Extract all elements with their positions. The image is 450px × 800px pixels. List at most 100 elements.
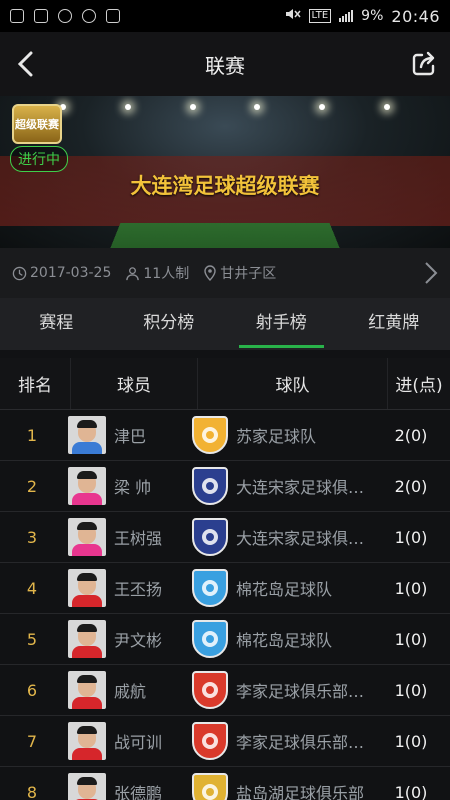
- person-icon: [126, 266, 140, 280]
- table-row[interactable]: 7 战可训 李家足球俱乐部… 1(0): [0, 716, 450, 767]
- table-row[interactable]: 5 尹文彬 棉花岛足球队 1(0): [0, 614, 450, 665]
- league-format-text: 11人制: [143, 266, 190, 282]
- chevron-left-icon: [17, 51, 33, 77]
- stadium-pitch: [97, 222, 353, 248]
- clock-icon: [12, 266, 27, 280]
- league-logo: 超级联赛: [12, 104, 62, 144]
- league-date-text: 2017-03-25: [30, 265, 112, 281]
- chevron-right-icon: [425, 262, 438, 284]
- team-name[interactable]: 李家足球俱乐部…: [230, 678, 378, 702]
- player-avatar[interactable]: [68, 620, 106, 658]
- player-avatar[interactable]: [68, 518, 106, 556]
- team-name[interactable]: 盐岛湖足球俱乐部: [230, 780, 378, 800]
- player-goals: 1(0): [394, 782, 428, 800]
- app-icon: [82, 9, 96, 23]
- row-rank: 5: [26, 629, 38, 649]
- team-name[interactable]: 大连宋家足球俱…: [230, 525, 378, 549]
- back-button[interactable]: [10, 48, 42, 80]
- wechat-icon: [58, 9, 72, 23]
- tab-standings[interactable]: 积分榜: [113, 298, 226, 350]
- league-status-badge: 进行中: [10, 146, 68, 172]
- mute-icon: [285, 7, 301, 25]
- shield-red-gold-icon: [192, 722, 230, 760]
- shield-gold-icon: [192, 773, 230, 800]
- player-name[interactable]: 梁 帅: [106, 474, 188, 498]
- player-name[interactable]: 战可训: [106, 729, 188, 753]
- page-title: 联赛: [205, 53, 245, 78]
- shield-blue-icon: [192, 620, 230, 658]
- player-goals: 1(0): [394, 629, 428, 649]
- row-rank: 2: [26, 476, 38, 496]
- status-bar: LTE 9% 20:46: [0, 0, 450, 32]
- row-rank: 4: [26, 578, 38, 598]
- player-goals: 1(0): [394, 578, 428, 598]
- gallery-icon: [34, 9, 48, 23]
- shield-orange-icon: [192, 416, 230, 454]
- header-team: 球队: [197, 358, 387, 409]
- team-name[interactable]: 大连宋家足球俱…: [230, 474, 378, 498]
- league-name: 大连湾足球超级联赛: [130, 174, 320, 198]
- table-body: 1 津巴 苏家足球队 2(0) 2 梁 帅大连宋家足球俱… 2(0) 3 王树强 大连宋家足球俱……: [0, 410, 450, 800]
- player-goals: 2(0): [394, 425, 428, 445]
- share-icon: [412, 51, 435, 76]
- player-avatar[interactable]: [68, 671, 106, 709]
- shield-navy-icon: [192, 467, 230, 505]
- player-avatar[interactable]: [68, 773, 106, 800]
- player-goals: 1(0): [394, 527, 428, 547]
- table-row[interactable]: 3 王树强 大连宋家足球俱… 1(0): [0, 512, 450, 563]
- shield-red-gold-icon: [192, 671, 230, 709]
- player-avatar[interactable]: [68, 416, 106, 454]
- table-row[interactable]: 2 梁 帅 大连宋家足球俱… 2(0): [0, 461, 450, 512]
- share-button[interactable]: [408, 48, 440, 80]
- team-name[interactable]: 棉花岛足球队: [230, 576, 378, 600]
- team-name[interactable]: 棉花岛足球队: [230, 627, 378, 651]
- player-name[interactable]: 戚航: [106, 678, 188, 702]
- notification-icon: [10, 9, 24, 23]
- table-header: 排名 球员 球队 进(点): [0, 358, 450, 410]
- team-name[interactable]: 李家足球俱乐部…: [230, 729, 378, 753]
- header-player: 球员: [70, 358, 197, 409]
- shield-navy-icon: [192, 518, 230, 556]
- league-tabs: 赛程 积分榜 射手榜 红黄牌: [0, 298, 450, 350]
- info-detail-chevron[interactable]: [424, 261, 438, 289]
- table-row[interactable]: 1 津巴 苏家足球队 2(0): [0, 410, 450, 461]
- stadium-lights: [60, 104, 390, 114]
- player-name[interactable]: 王树强: [106, 525, 188, 549]
- player-avatar[interactable]: [68, 722, 106, 760]
- league-location: 甘井子区: [203, 263, 276, 283]
- league-logo-text: 超级联赛: [15, 118, 59, 131]
- league-banner: 超级联赛 进行中 大连湾足球超级联赛: [0, 96, 450, 248]
- row-rank: 3: [26, 527, 38, 547]
- league-format: 11人制: [125, 263, 189, 283]
- row-rank: 7: [26, 731, 38, 751]
- player-name[interactable]: 津巴: [106, 423, 188, 447]
- league-info-row[interactable]: 2017-03-25 11人制 甘井子区: [0, 248, 450, 298]
- player-goals: 2(0): [394, 476, 428, 496]
- tab-schedule[interactable]: 赛程: [0, 298, 113, 350]
- league-location-text: 甘井子区: [220, 266, 277, 282]
- table-row[interactable]: 8 张德鹏 盐岛湖足球俱乐部 1(0): [0, 767, 450, 800]
- clipboard-icon: [106, 9, 120, 23]
- clock: 20:46: [391, 6, 440, 26]
- team-name[interactable]: 苏家足球队: [230, 423, 378, 447]
- table-row[interactable]: 6 戚航 李家足球俱乐部… 1(0): [0, 665, 450, 716]
- app-header: 联赛: [0, 32, 450, 96]
- player-name[interactable]: 王丕扬: [106, 576, 188, 600]
- shield-blue-icon: [192, 569, 230, 607]
- location-pin-icon: [204, 265, 216, 281]
- player-avatar[interactable]: [68, 467, 106, 505]
- table-row[interactable]: 4 王丕扬 棉花岛足球队 1(0): [0, 563, 450, 614]
- player-avatar[interactable]: [68, 569, 106, 607]
- player-name[interactable]: 张德鹏: [106, 780, 188, 800]
- row-rank: 8: [26, 782, 38, 800]
- player-name[interactable]: 尹文彬: [106, 627, 188, 651]
- network-type: LTE: [308, 9, 332, 23]
- battery-level: 9%: [361, 8, 384, 24]
- row-rank: 6: [26, 680, 38, 700]
- tab-scorers[interactable]: 射手榜: [225, 298, 338, 350]
- player-goals: 1(0): [394, 680, 428, 700]
- header-goals: 进(点): [387, 358, 450, 409]
- player-goals: 1(0): [394, 731, 428, 751]
- tab-cards[interactable]: 红黄牌: [338, 298, 450, 350]
- header-rank: 排名: [18, 376, 52, 396]
